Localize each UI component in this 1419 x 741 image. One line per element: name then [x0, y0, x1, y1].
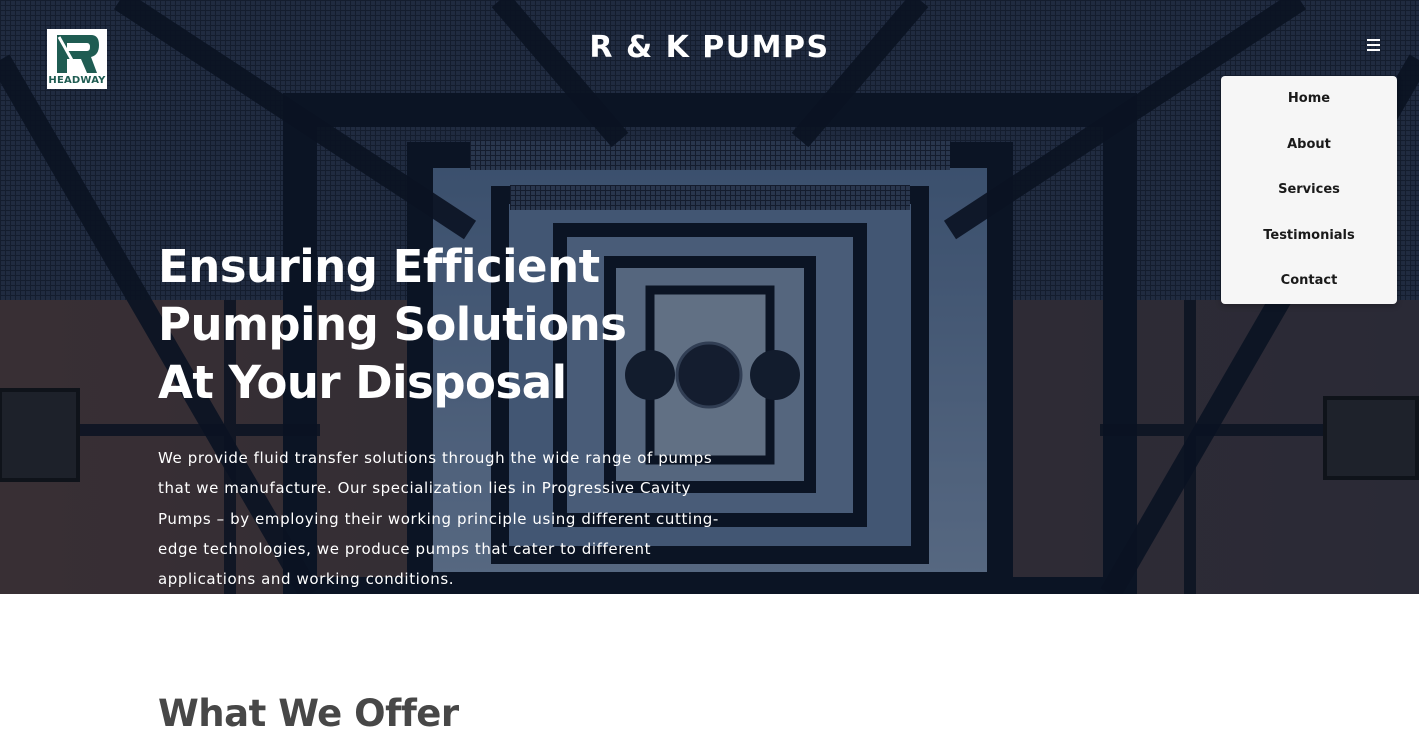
nav-dropdown-menu: Home About Services Testimonials Contact: [1221, 76, 1397, 304]
nav-item-home[interactable]: Home: [1221, 76, 1397, 122]
hero-headline: Ensuring Efficient Pumping Solutions At …: [158, 240, 627, 409]
hamburger-menu-icon[interactable]: [1362, 36, 1384, 54]
menu-line: [1366, 49, 1380, 51]
nav-item-services[interactable]: Services: [1221, 167, 1397, 213]
hero-section: HEADWAY R & K PUMPS Ensuring Efficient P…: [0, 0, 1419, 594]
nav-item-testimonials[interactable]: Testimonials: [1221, 213, 1397, 259]
hero-description: We provide fluid transfer solutions thro…: [158, 449, 719, 589]
menu-line: [1366, 39, 1380, 41]
section-title: What We Offer: [158, 692, 459, 735]
logo-text: HEADWAY: [48, 75, 106, 86]
site-title: R & K PUMPS: [589, 30, 830, 65]
nav-item-contact[interactable]: Contact: [1221, 258, 1397, 304]
nav-item-about[interactable]: About: [1221, 122, 1397, 168]
menu-line: [1366, 44, 1380, 46]
